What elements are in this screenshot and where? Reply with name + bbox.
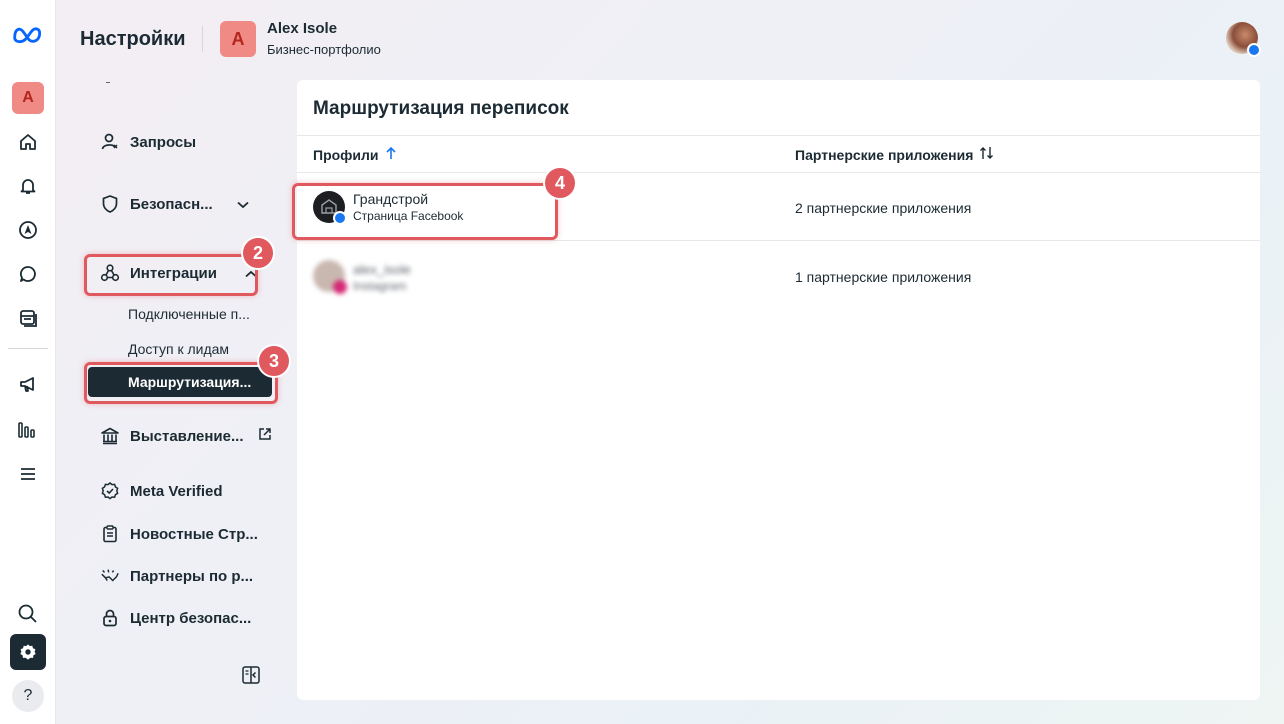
highlight-profile-row: [292, 183, 558, 240]
sidebar-item-billing[interactable]: Выставление...: [100, 426, 272, 446]
pages-icon[interactable]: [12, 302, 44, 334]
partner-apps-count: 2 партнерские приложения: [795, 200, 972, 216]
sidebar-item-label: Партнеры по р...: [130, 567, 254, 585]
rail-divider: [8, 348, 48, 349]
callout-badge-2: 2: [241, 236, 275, 270]
sort-asc-icon: [385, 146, 397, 163]
verified-badge-icon: [100, 481, 120, 501]
sidebar-sub-lead-access[interactable]: Доступ к лидам: [128, 341, 229, 357]
meta-logo-icon[interactable]: [12, 18, 44, 50]
bell-icon[interactable]: [12, 170, 44, 202]
handshake-icon: [100, 566, 120, 586]
partner-apps-count: 1 партнерские приложения: [795, 269, 972, 285]
megaphone-icon[interactable]: [12, 368, 44, 400]
business-avatar[interactable]: A: [220, 21, 256, 57]
sidebar-item-label: Запросы: [130, 133, 197, 151]
card-title: Маршрутизация переписок: [313, 98, 569, 119]
bank-icon: [100, 426, 120, 446]
column-label: Партнерские приложения: [795, 146, 974, 163]
user-profile-avatar[interactable]: [1226, 22, 1261, 57]
column-header-partner-apps[interactable]: Партнерские приложения: [795, 146, 995, 163]
navigation-icon[interactable]: [12, 214, 44, 246]
settings-gear-icon[interactable]: [10, 634, 46, 670]
sidebar-item-security-center[interactable]: Центр безопас...: [100, 608, 251, 628]
sidebar-item-news-pages[interactable]: Новостные Стр...: [100, 524, 258, 544]
person-request-icon: [100, 132, 120, 152]
profile-type: Instagram: [353, 279, 407, 293]
sort-toggle-icon: [979, 146, 995, 163]
header-divider: [297, 172, 1260, 173]
facebook-badge-icon: [1247, 43, 1261, 57]
bar-chart-icon[interactable]: [12, 414, 44, 446]
main-card: Маршрутизация переписок Профили Партнерс…: [297, 80, 1260, 700]
sidebar-item-label: Новостные Стр...: [130, 525, 258, 543]
profile-name: alex_isole: [353, 262, 411, 277]
clipboard-icon: [100, 524, 120, 544]
lock-icon: [100, 608, 120, 628]
highlight-integrations: [84, 254, 258, 296]
sidebar-item-label: Безопасн...: [130, 195, 213, 213]
business-type: Бизнес-портфолио: [267, 42, 381, 57]
shield-icon: [100, 194, 120, 214]
instagram-badge-icon: [333, 280, 347, 294]
home-icon[interactable]: [12, 126, 44, 158]
column-label: Профили: [313, 146, 379, 163]
sidebar-item-label: Meta Verified: [130, 482, 223, 500]
app-rail: A ?: [0, 0, 56, 724]
chat-bubble-icon[interactable]: [12, 258, 44, 290]
sidebar-sub-connected[interactable]: Подключенные п...: [128, 306, 250, 322]
highlight-routing: [84, 362, 278, 404]
sidebar-item-label: Центр безопас...: [130, 609, 252, 627]
callout-badge-4: 4: [543, 166, 577, 200]
sidebar-item-label: Выставление...: [130, 427, 244, 445]
help-icon[interactable]: ?: [12, 680, 44, 712]
search-icon[interactable]: [12, 598, 44, 630]
sidebar-item-requests[interactable]: Запросы: [100, 132, 196, 152]
profile-avatar: [313, 260, 347, 294]
page-title: Настройки: [80, 28, 186, 50]
menu-icon[interactable]: [12, 458, 44, 490]
callout-badge-3: 3: [257, 344, 291, 378]
row-divider: [297, 240, 1260, 241]
collapse-sidebar-icon[interactable]: [240, 664, 262, 686]
sidebar-item-meta-verified[interactable]: Meta Verified: [100, 481, 223, 501]
scroll-remnant: [106, 82, 110, 83]
header-divider: [202, 26, 203, 52]
sidebar-item-partners[interactable]: Партнеры по р...: [100, 566, 253, 586]
title-divider: [297, 135, 1260, 136]
chevron-down-icon: [237, 196, 249, 213]
business-name[interactable]: Alex Isole: [267, 20, 337, 37]
column-header-profiles[interactable]: Профили: [313, 146, 397, 163]
account-avatar[interactable]: A: [12, 82, 44, 114]
sidebar-item-security[interactable]: Безопасн...: [100, 194, 249, 214]
external-link-icon: [258, 427, 272, 445]
